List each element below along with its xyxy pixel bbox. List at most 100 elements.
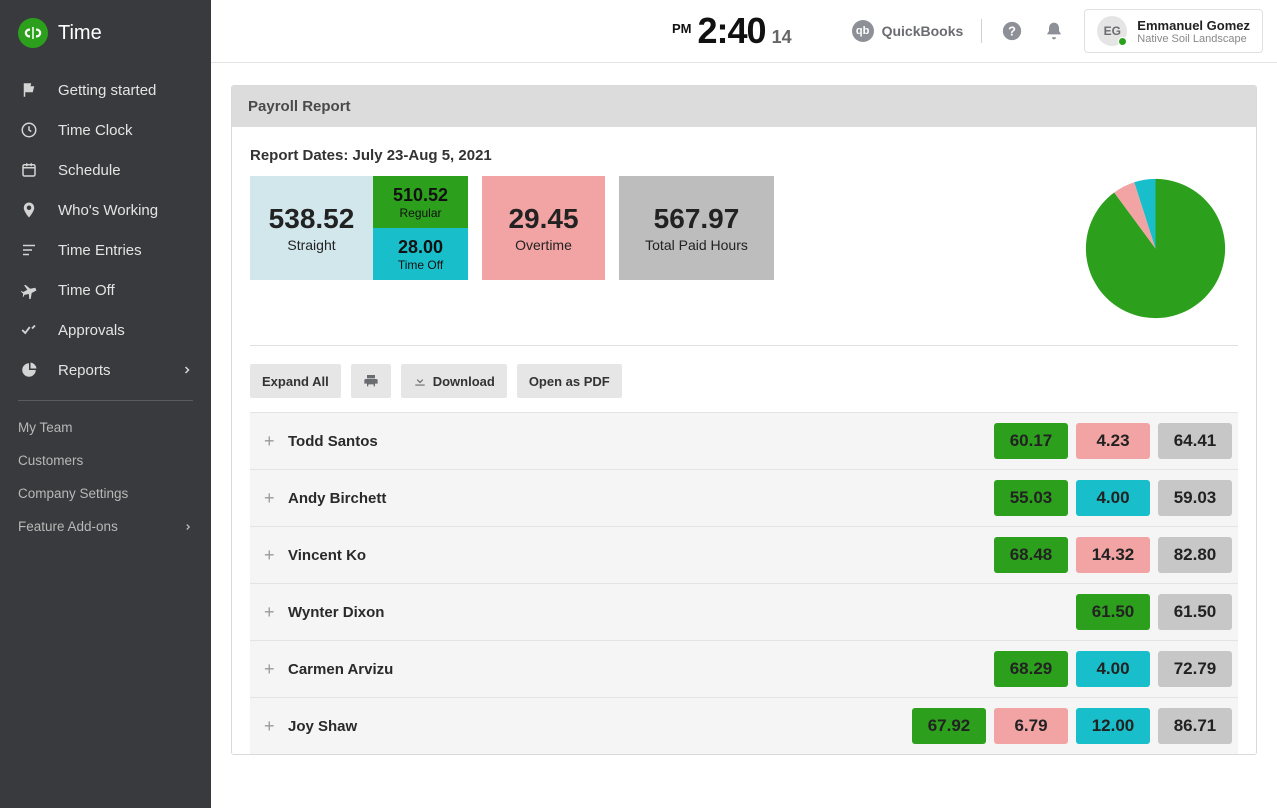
tile-value: 29.45: [508, 203, 578, 235]
avatar: EG: [1097, 16, 1127, 46]
nav-time-entries[interactable]: Time Entries: [0, 230, 211, 270]
content: Payroll Report Report Dates: July 23-Aug…: [211, 63, 1277, 777]
employee-name: Wynter Dixon: [288, 604, 384, 621]
pie-chart: [1083, 176, 1228, 321]
nav-feature-addons[interactable]: Feature Add-ons: [0, 510, 211, 543]
topbar: PM 2:40 14 qb QuickBooks ? EG E: [211, 0, 1277, 63]
panel-body: Report Dates: July 23-Aug 5, 2021 538.52…: [232, 127, 1256, 754]
nav-approvals[interactable]: Approvals: [0, 310, 211, 350]
nav-customers[interactable]: Customers: [0, 444, 211, 477]
hours-timeoff: 4.00: [1076, 480, 1150, 516]
nav-time-clock[interactable]: Time Clock: [0, 110, 211, 150]
tile-label: Total Paid Hours: [645, 237, 748, 253]
row-chips: 67.926.7912.0086.71: [912, 708, 1232, 744]
avatar-initials: EG: [1104, 24, 1121, 38]
divider: [981, 19, 982, 43]
flag-icon: [18, 81, 40, 99]
hours-total: 64.41: [1158, 423, 1232, 459]
app-logo: Time: [0, 18, 211, 70]
hours-overtime: 14.32: [1076, 537, 1150, 573]
nav-company-settings[interactable]: Company Settings: [0, 477, 211, 510]
tile-label: Time Off: [398, 258, 443, 272]
nav-whos-working[interactable]: Who's Working: [0, 190, 211, 230]
download-button[interactable]: Download: [401, 364, 507, 398]
plane-icon: [18, 281, 40, 299]
nav-reports[interactable]: Reports: [0, 350, 211, 390]
nav-getting-started[interactable]: Getting started: [0, 70, 211, 110]
nav-label: Time Clock: [58, 122, 132, 139]
report-rows: + Todd Santos 60.174.2364.41+ Andy Birch…: [250, 412, 1238, 754]
nav-my-team[interactable]: My Team: [0, 411, 211, 444]
nav-time-off[interactable]: Time Off: [0, 270, 211, 310]
sidebar: Time Getting started Time Clock Schedule…: [0, 0, 211, 808]
row-chips: 60.174.2364.41: [994, 423, 1232, 459]
calendar-icon: [18, 161, 40, 179]
tile-label: Overtime: [515, 237, 572, 253]
clock-time: 2:40: [698, 10, 766, 52]
nav-label: Approvals: [58, 322, 125, 339]
nav-label: Getting started: [58, 82, 156, 99]
notifications-button[interactable]: [1042, 19, 1066, 43]
quickbooks-icon: qb: [852, 20, 874, 42]
nav-label: Schedule: [58, 162, 121, 179]
expand-row-button[interactable]: +: [264, 602, 284, 623]
expand-row-button[interactable]: +: [264, 431, 284, 452]
tile-value: 567.97: [654, 203, 740, 235]
row-chips: 55.034.0059.03: [994, 480, 1232, 516]
help-button[interactable]: ?: [1000, 19, 1024, 43]
hours-overtime: 6.79: [994, 708, 1068, 744]
download-icon: [413, 374, 427, 388]
employee-name: Joy Shaw: [288, 718, 357, 735]
tile-total: 567.97 Total Paid Hours: [619, 176, 774, 280]
quickbooks-link[interactable]: qb QuickBooks: [852, 20, 964, 42]
chevron-right-icon: [183, 522, 193, 532]
presence-dot-icon: [1118, 37, 1127, 46]
topbar-right: qb QuickBooks ? EG Emmanuel Gomez Native…: [852, 9, 1263, 53]
clock-ampm: PM: [672, 21, 692, 36]
print-icon: [363, 373, 379, 389]
row-chips: 61.5061.50: [1076, 594, 1232, 630]
tile-label: Regular: [399, 206, 441, 220]
hours-regular: 68.29: [994, 651, 1068, 687]
hours-regular: 61.50: [1076, 594, 1150, 630]
divider: [250, 345, 1238, 346]
print-button[interactable]: [351, 364, 391, 398]
hours-regular: 60.17: [994, 423, 1068, 459]
tile-value: 510.52: [393, 185, 448, 206]
nav-schedule[interactable]: Schedule: [0, 150, 211, 190]
hours-timeoff: 4.00: [1076, 651, 1150, 687]
profile-menu[interactable]: EG Emmanuel Gomez Native Soil Landscape: [1084, 9, 1263, 53]
employee-name: Andy Birchett: [288, 490, 386, 507]
clock-seconds: 14: [772, 27, 792, 48]
employee-name: Vincent Ko: [288, 547, 366, 564]
svg-text:?: ?: [1008, 24, 1016, 39]
table-row: + Andy Birchett 55.034.0059.03: [250, 469, 1238, 526]
clock-icon: [18, 121, 40, 139]
hours-regular: 68.48: [994, 537, 1068, 573]
dates-range: July 23-Aug 5, 2021: [353, 147, 492, 164]
expand-row-button[interactable]: +: [264, 488, 284, 509]
expand-row-button[interactable]: +: [264, 659, 284, 680]
header-clock: PM 2:40 14: [672, 10, 792, 52]
list-icon: [18, 241, 40, 259]
table-row: + Carmen Arvizu 68.294.0072.79: [250, 640, 1238, 697]
expand-row-button[interactable]: +: [264, 716, 284, 737]
main: PM 2:40 14 qb QuickBooks ? EG E: [211, 0, 1277, 808]
dates-label: Report Dates:: [250, 147, 348, 164]
panel-title: Payroll Report: [232, 86, 1256, 127]
profile-company: Native Soil Landscape: [1137, 33, 1250, 45]
table-row: + Todd Santos 60.174.2364.41: [250, 412, 1238, 469]
expand-row-button[interactable]: +: [264, 545, 284, 566]
quickbooks-label: QuickBooks: [882, 23, 964, 39]
open-pdf-button[interactable]: Open as PDF: [517, 364, 622, 398]
table-row: + Joy Shaw 67.926.7912.0086.71: [250, 697, 1238, 754]
tile-label: Straight: [287, 237, 335, 253]
qb-logo-icon: [18, 18, 48, 48]
chevron-right-icon: [181, 364, 193, 376]
table-row: + Vincent Ko 68.4814.3282.80: [250, 526, 1238, 583]
expand-all-button[interactable]: Expand All: [250, 364, 341, 398]
hours-total: 59.03: [1158, 480, 1232, 516]
divider: [18, 400, 193, 401]
tile-overtime: 29.45 Overtime: [482, 176, 605, 280]
hours-timeoff: 12.00: [1076, 708, 1150, 744]
